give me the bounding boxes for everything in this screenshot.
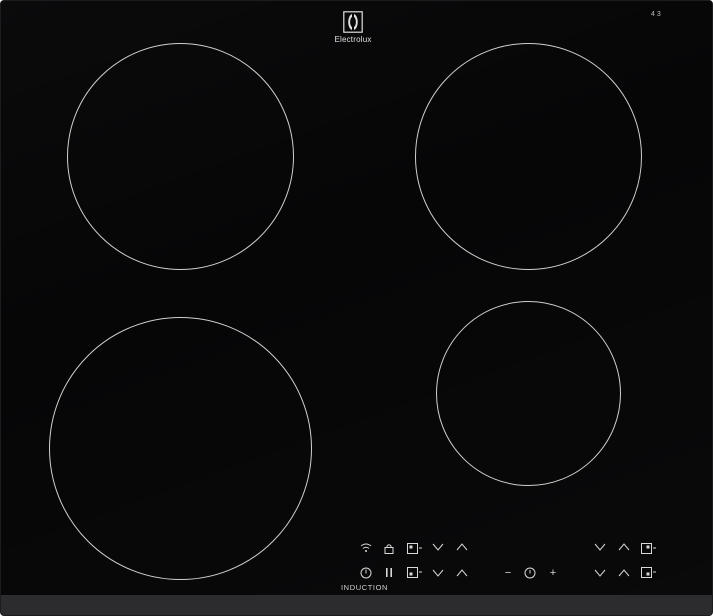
- induction-hob: Electrolux 4 3 − + INDUCTION: [0, 0, 713, 616]
- chevron-down-icon[interactable]: [431, 543, 445, 555]
- lock-icon[interactable]: [382, 543, 396, 555]
- power-icon[interactable]: [359, 567, 373, 579]
- chevron-up-icon[interactable]: [455, 543, 469, 555]
- chevron-down-icon[interactable]: [431, 569, 445, 581]
- model-mark: 4 3: [651, 11, 661, 18]
- pause-icon[interactable]: [382, 567, 396, 579]
- cooking-zone-top-right: [415, 43, 642, 270]
- wifi-icon[interactable]: [359, 543, 373, 555]
- chevron-up-icon[interactable]: [617, 569, 631, 581]
- zone-select-icon[interactable]: [641, 543, 657, 555]
- chevron-up-icon[interactable]: [455, 569, 469, 581]
- minus-button[interactable]: −: [501, 567, 515, 579]
- zone-select-icon[interactable]: [407, 567, 423, 579]
- timer-icon[interactable]: [523, 567, 537, 579]
- cooking-zone-bottom-left: [49, 317, 312, 580]
- chevron-down-icon[interactable]: [593, 543, 607, 555]
- chevron-down-icon[interactable]: [593, 569, 607, 581]
- zone-select-icon[interactable]: [407, 543, 423, 555]
- brand-logo: Electrolux: [323, 11, 383, 44]
- cooking-zone-bottom-right: [436, 301, 621, 486]
- cooking-zone-top-left: [67, 43, 294, 270]
- bottom-frame-strip: [1, 595, 712, 615]
- brand-name: Electrolux: [334, 35, 372, 44]
- plus-button[interactable]: +: [546, 567, 560, 579]
- chevron-up-icon[interactable]: [617, 543, 631, 555]
- induction-label: INDUCTION: [341, 583, 389, 592]
- electrolux-logo-icon: [343, 11, 363, 33]
- zone-select-icon[interactable]: [641, 567, 657, 579]
